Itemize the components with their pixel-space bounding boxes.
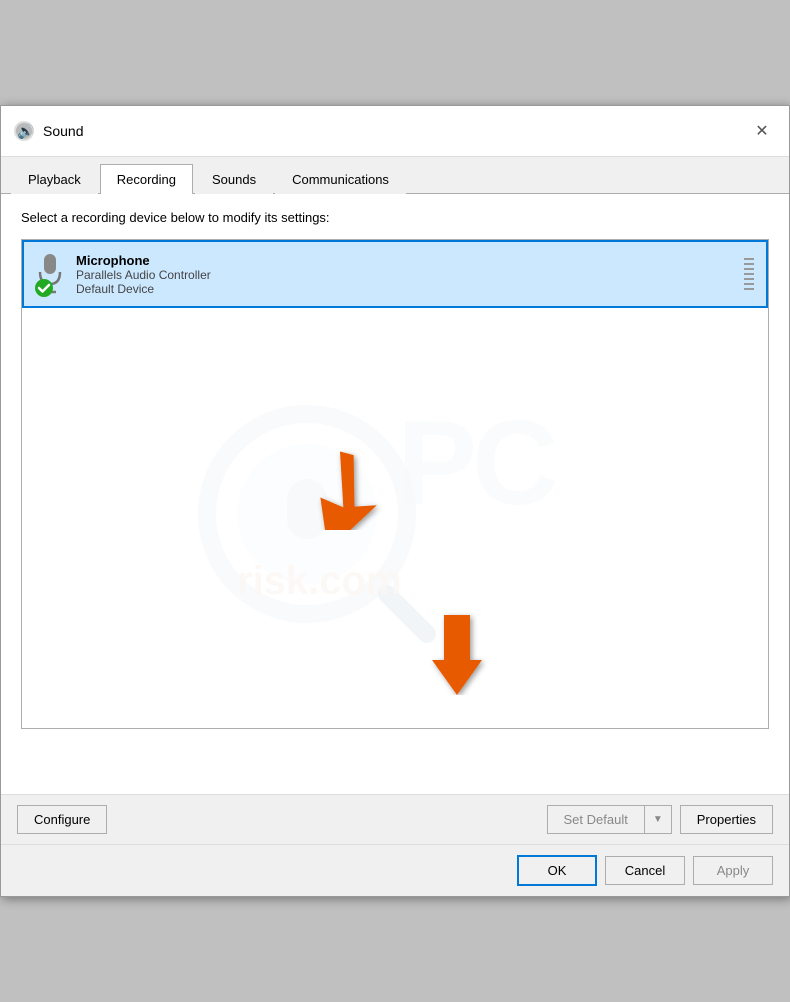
window-title: Sound	[43, 123, 83, 139]
cancel-button[interactable]: Cancel	[605, 856, 685, 885]
footer-buttons: OK Cancel Apply	[1, 844, 789, 896]
device-icon-area	[34, 250, 66, 298]
tab-communications[interactable]: Communications	[275, 164, 406, 194]
set-default-group: Set Default ▼	[547, 805, 672, 834]
watermark-svg: PC risk.com	[187, 364, 587, 664]
device-info: Microphone Parallels Audio Controller De…	[76, 253, 742, 296]
device-item-microphone[interactable]: Microphone Parallels Audio Controller De…	[22, 240, 768, 308]
close-button[interactable]: ✕	[747, 116, 777, 146]
device-status: Default Device	[76, 282, 742, 296]
tab-playback[interactable]: Playback	[11, 164, 98, 194]
set-default-button[interactable]: Set Default	[548, 806, 644, 833]
tab-recording[interactable]: Recording	[100, 164, 193, 194]
arrow-up-annotation	[302, 440, 382, 533]
configure-button[interactable]: Configure	[17, 805, 107, 834]
scrollbar-indicator	[742, 254, 756, 294]
watermark: PC risk.com	[22, 300, 752, 728]
tab-bar: Playback Recording Sounds Communications	[1, 157, 789, 194]
sound-icon: 🔊	[13, 120, 35, 142]
svg-text:🔊: 🔊	[17, 122, 34, 140]
device-list[interactable]: Microphone Parallels Audio Controller De…	[21, 239, 769, 729]
properties-button[interactable]: Properties	[680, 805, 773, 834]
sound-dialog: 🔊 Sound ✕ Playback Recording Sounds Comm…	[0, 105, 790, 897]
ok-button[interactable]: OK	[517, 855, 597, 886]
title-bar: 🔊 Sound ✕	[1, 106, 789, 157]
title-bar-left: 🔊 Sound	[13, 120, 83, 142]
set-default-dropdown[interactable]: ▼	[644, 806, 671, 833]
svg-text:risk.com: risk.com	[237, 559, 402, 603]
action-buttons: Configure Set Default ▼ Properties	[1, 794, 789, 844]
svg-text:PC: PC	[397, 396, 556, 530]
instruction-text: Select a recording device below to modif…	[21, 210, 769, 225]
device-controller: Parallels Audio Controller	[76, 268, 742, 282]
arrow-down-annotation	[422, 605, 492, 698]
tab-sounds[interactable]: Sounds	[195, 164, 273, 194]
device-name: Microphone	[76, 253, 742, 268]
default-check-icon	[34, 278, 54, 298]
apply-button[interactable]: Apply	[693, 856, 773, 885]
tab-content: Select a recording device below to modif…	[1, 194, 789, 794]
